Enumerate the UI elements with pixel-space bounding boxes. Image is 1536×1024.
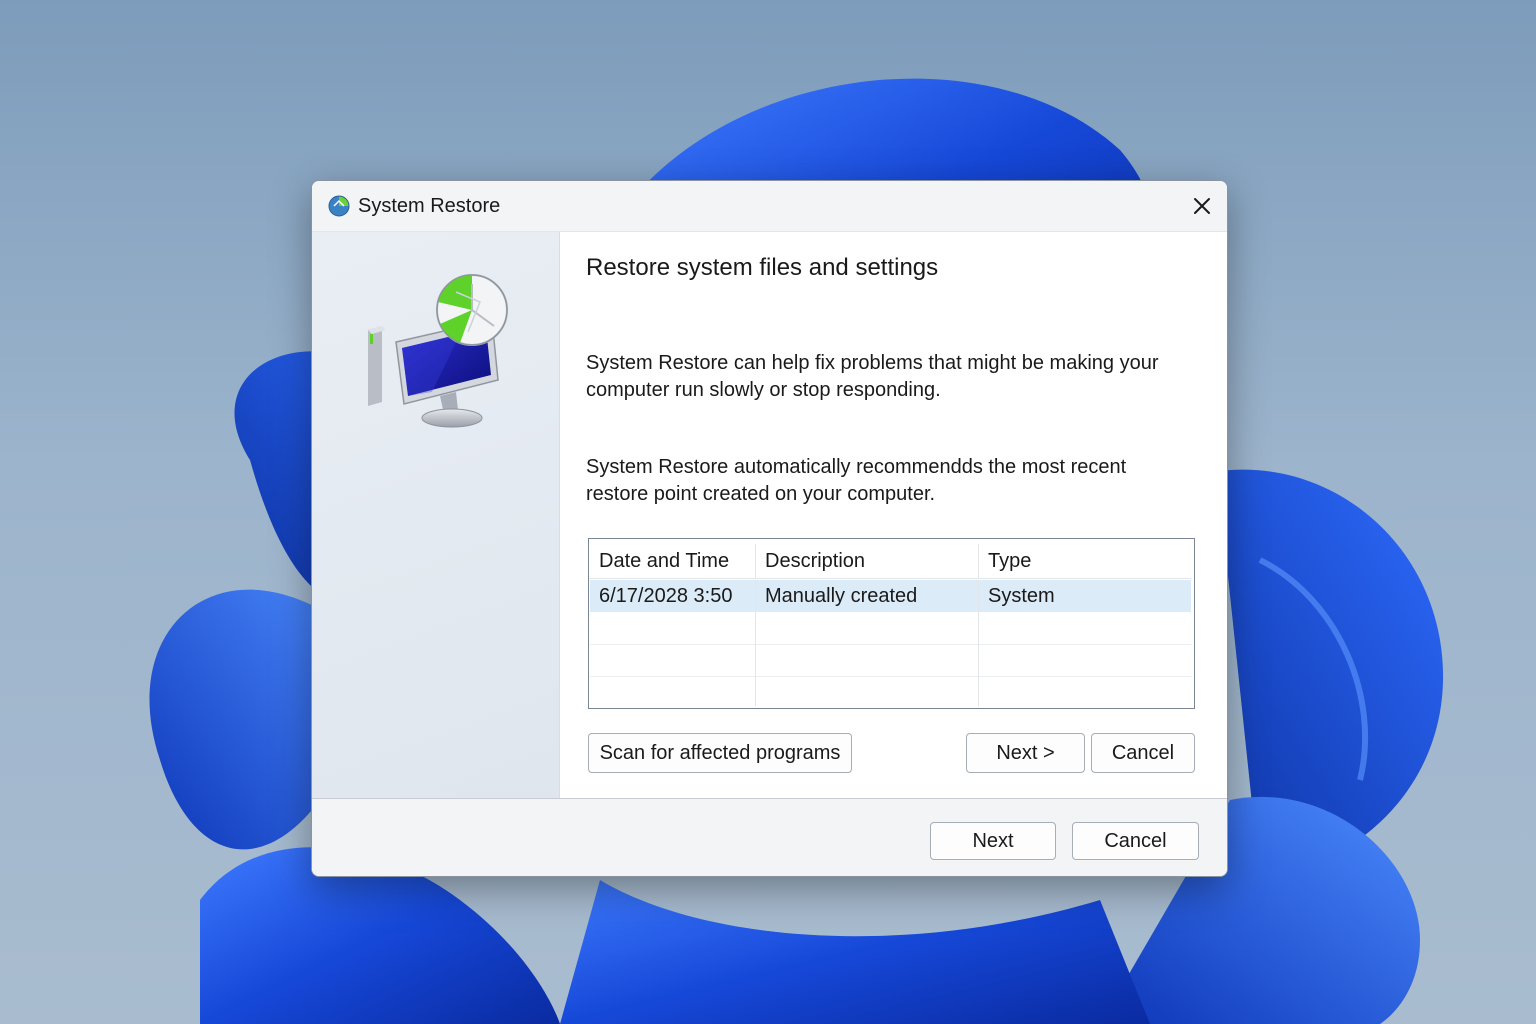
column-header-date-time[interactable]: Date and Time [590, 544, 756, 578]
window-title: System Restore [358, 195, 501, 217]
title-bar: System Restore [312, 181, 1227, 232]
next-button[interactable]: Next > [966, 733, 1085, 773]
system-restore-icon [328, 195, 350, 217]
scan-affected-programs-button[interactable]: Scan for affected programs [588, 733, 852, 773]
cell-type: System [988, 585, 1055, 607]
footer-next-button[interactable]: Next [930, 822, 1056, 860]
column-header-description[interactable]: Description [756, 544, 979, 578]
table-header: Date and Time Description Type [590, 544, 1191, 579]
footer-cancel-button[interactable]: Cancel [1072, 822, 1199, 860]
cell-date-time: 6/17/2028 3:50 [590, 580, 756, 612]
column-header-type[interactable]: Type [979, 544, 1191, 578]
recommendation-text: System Restore automatically recommendds… [586, 456, 1127, 505]
close-button[interactable] [1177, 181, 1227, 231]
empty-row [590, 612, 1191, 645]
cancel-button[interactable]: Cancel [1091, 733, 1195, 773]
system-restore-dialog: System Restore Restore system files and … [311, 180, 1228, 877]
computer-restore-icon [368, 274, 508, 428]
description-text: System Restore can help fix problems tha… [586, 352, 1159, 401]
close-icon [1194, 198, 1210, 214]
table-row[interactable]: 6/17/2028 3:50 Manually created System [590, 580, 1191, 612]
cell-description: Manually created [756, 580, 979, 612]
page-heading: Restore system files and settings [586, 254, 939, 281]
empty-row [590, 676, 1191, 706]
empty-row [590, 644, 1191, 677]
restore-points-table[interactable]: Date and Time Description Type 6/17/2028… [588, 538, 1195, 709]
side-panel [312, 232, 560, 798]
dialog-footer: Next Cancel [312, 798, 1227, 876]
